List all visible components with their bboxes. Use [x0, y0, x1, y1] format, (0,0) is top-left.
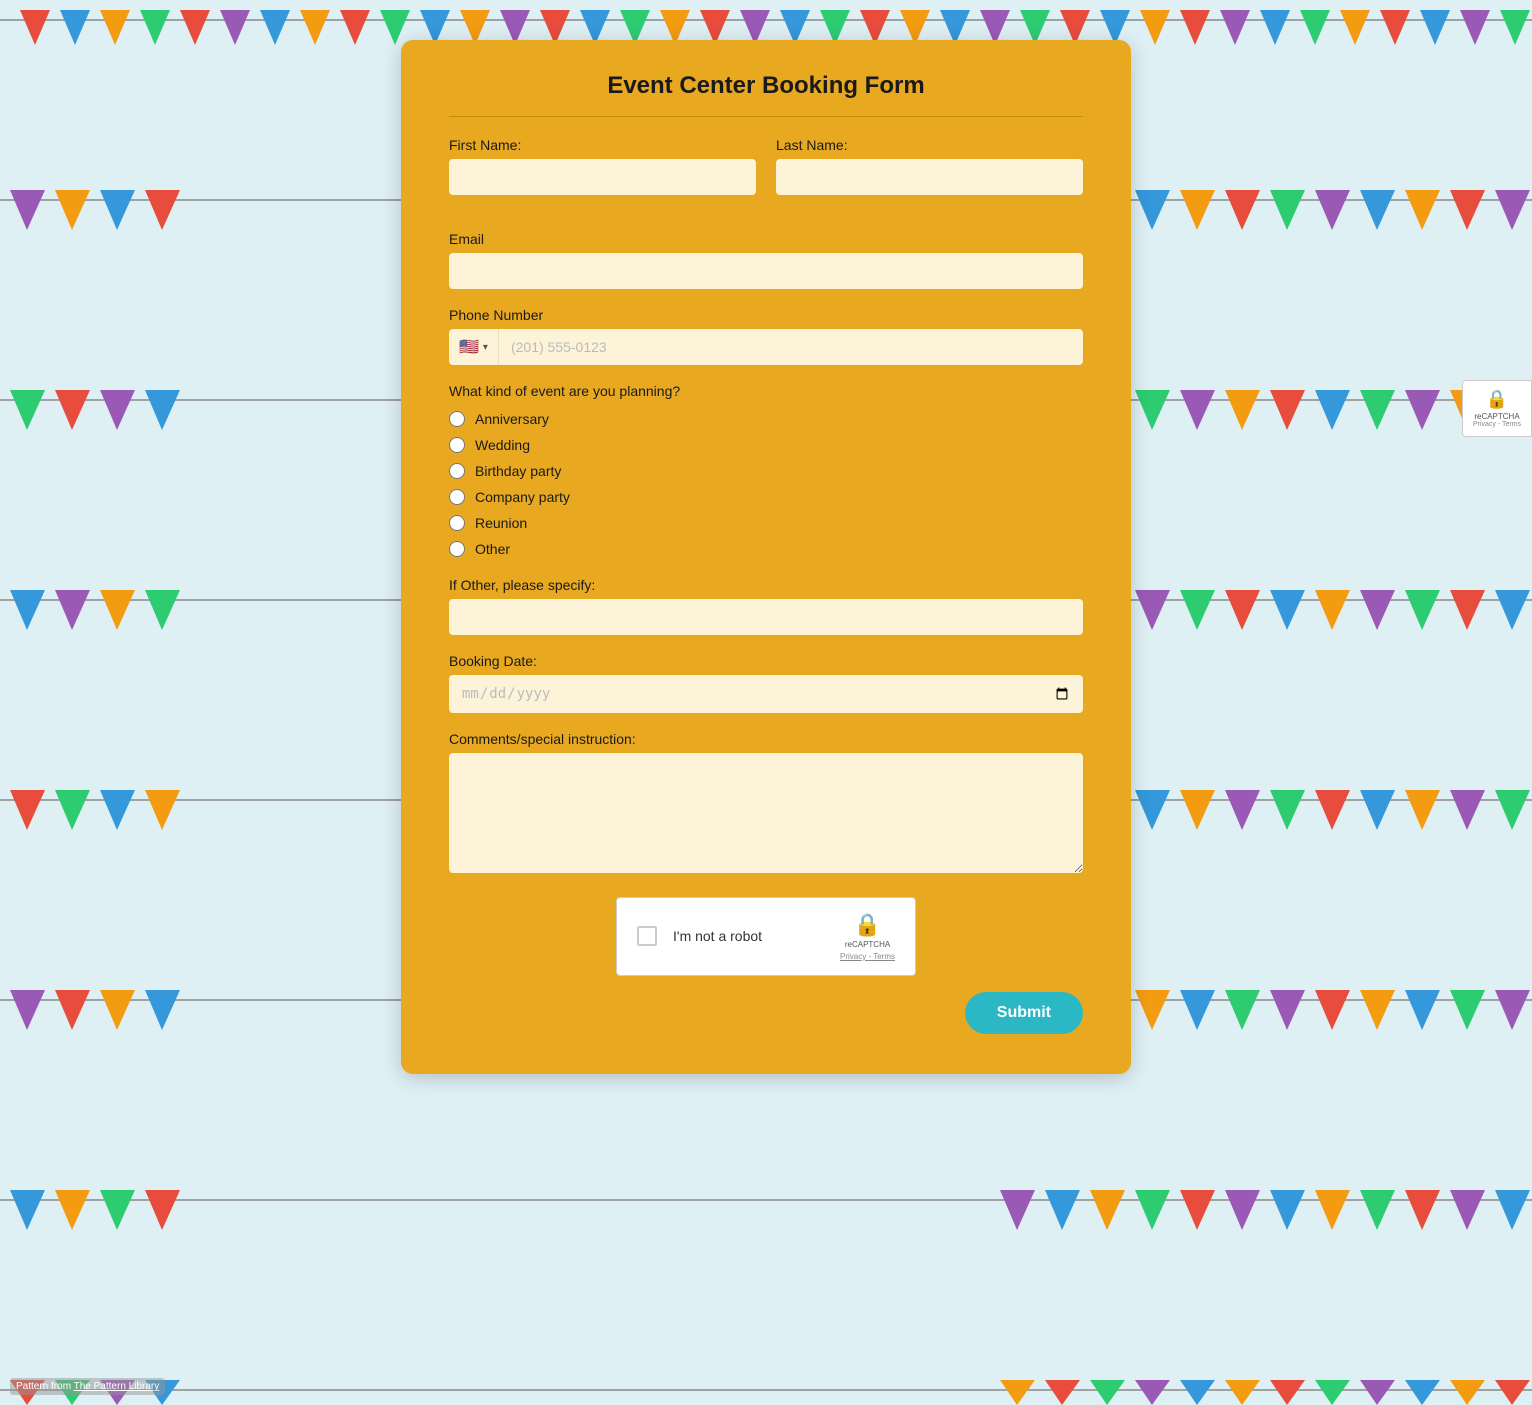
- date-wrapper: [449, 675, 1083, 713]
- option-other[interactable]: Other: [449, 541, 1083, 557]
- option-anniversary[interactable]: Anniversary: [449, 411, 1083, 427]
- first-name-label: First Name:: [449, 137, 756, 153]
- option-reunion[interactable]: Reunion: [449, 515, 1083, 531]
- email-label: Email: [449, 231, 1083, 247]
- captcha-text: I'm not a robot: [673, 928, 824, 944]
- form-card: Event Center Booking Form First Name: La…: [401, 40, 1131, 1074]
- captcha-checkbox[interactable]: [637, 926, 657, 946]
- option-wedding[interactable]: Wedding: [449, 437, 1083, 453]
- comments-label: Comments/special instruction:: [449, 731, 1083, 747]
- captcha-links[interactable]: Privacy - Terms: [840, 952, 895, 961]
- option-company-party[interactable]: Company party: [449, 489, 1083, 505]
- first-name-group: First Name:: [449, 137, 756, 195]
- radio-anniversary[interactable]: [449, 411, 465, 427]
- booking-date-label: Booking Date:: [449, 653, 1083, 669]
- radio-other[interactable]: [449, 541, 465, 557]
- phone-input[interactable]: [499, 329, 1083, 365]
- recaptcha-side-badge: 🔒 reCAPTCHA Privacy - Terms: [1462, 380, 1532, 437]
- comments-group: Comments/special instruction:: [449, 731, 1083, 873]
- option-other-label: Other: [475, 541, 510, 557]
- comments-textarea[interactable]: [449, 753, 1083, 873]
- first-name-input[interactable]: [449, 159, 756, 195]
- option-company-party-label: Company party: [475, 489, 570, 505]
- email-group: Email: [449, 231, 1083, 289]
- pattern-watermark: Pattern from The Pattern Library: [10, 1378, 165, 1395]
- captcha-wrapper: I'm not a robot 🔒 reCAPTCHA Privacy - Te…: [449, 897, 1083, 976]
- phone-group: Phone Number 🇺🇸 ▾: [449, 307, 1083, 365]
- radio-company-party[interactable]: [449, 489, 465, 505]
- last-name-group: Last Name:: [776, 137, 1083, 195]
- phone-label: Phone Number: [449, 307, 1083, 323]
- dropdown-caret-icon: ▾: [483, 342, 488, 353]
- submit-row: Submit: [449, 992, 1083, 1034]
- other-specify-group: If Other, please specify:: [449, 577, 1083, 635]
- watermark-prefix: Pattern from: [16, 1381, 74, 1392]
- option-birthday-party[interactable]: Birthday party: [449, 463, 1083, 479]
- event-type-group: What kind of event are you planning? Ann…: [449, 383, 1083, 557]
- last-name-label: Last Name:: [776, 137, 1083, 153]
- booking-date-input[interactable]: [449, 675, 1083, 713]
- email-input[interactable]: [449, 253, 1083, 289]
- captcha-logo: 🔒 reCAPTCHA Privacy - Terms: [840, 912, 895, 961]
- name-row: First Name: Last Name:: [449, 137, 1083, 213]
- event-options-list: Anniversary Wedding Birthday party Compa…: [449, 411, 1083, 557]
- radio-wedding[interactable]: [449, 437, 465, 453]
- us-flag-icon: 🇺🇸: [459, 337, 479, 357]
- page-wrapper: Event Center Booking Form First Name: La…: [0, 0, 1532, 1114]
- radio-reunion[interactable]: [449, 515, 465, 531]
- phone-wrapper: 🇺🇸 ▾: [449, 329, 1083, 365]
- phone-country-selector[interactable]: 🇺🇸 ▾: [449, 329, 499, 365]
- last-name-input[interactable]: [776, 159, 1083, 195]
- form-title: Event Center Booking Form: [449, 72, 1083, 117]
- captcha-brand: reCAPTCHA: [845, 940, 890, 950]
- option-reunion-label: Reunion: [475, 515, 527, 531]
- radio-birthday-party[interactable]: [449, 463, 465, 479]
- option-wedding-label: Wedding: [475, 437, 530, 453]
- booking-date-group: Booking Date:: [449, 653, 1083, 713]
- option-anniversary-label: Anniversary: [475, 411, 549, 427]
- event-question-label: What kind of event are you planning?: [449, 383, 1083, 399]
- watermark-link[interactable]: The Pattern Library: [74, 1381, 160, 1392]
- captcha-box[interactable]: I'm not a robot 🔒 reCAPTCHA Privacy - Te…: [616, 897, 916, 976]
- option-birthday-party-label: Birthday party: [475, 463, 561, 479]
- submit-button[interactable]: Submit: [965, 992, 1083, 1034]
- recaptcha-icon: 🔒: [854, 912, 881, 938]
- other-specify-input[interactable]: [449, 599, 1083, 635]
- other-specify-label: If Other, please specify:: [449, 577, 1083, 593]
